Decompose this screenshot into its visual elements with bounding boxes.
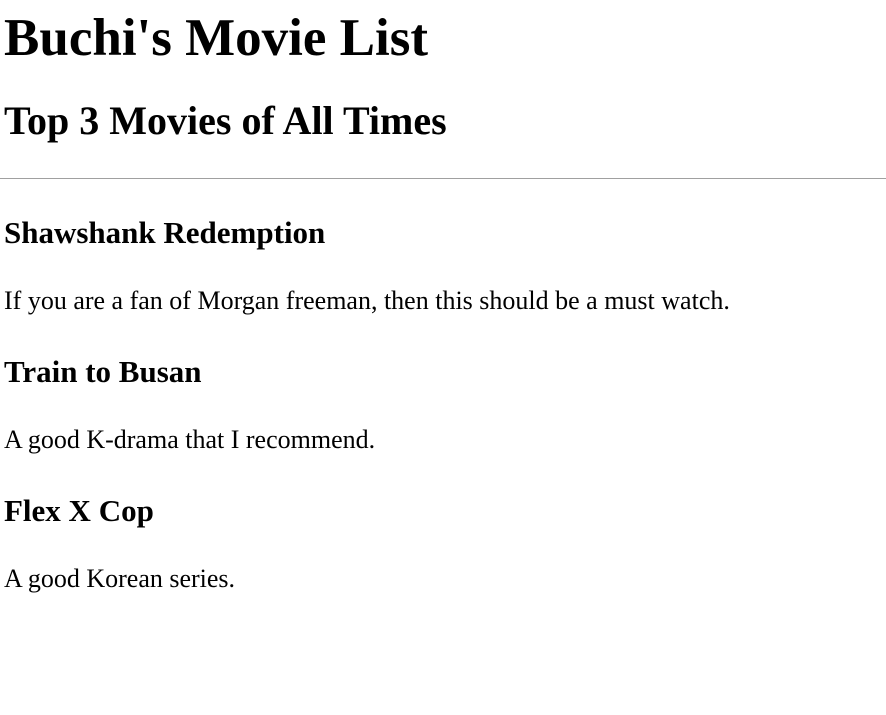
page-subtitle: Top 3 Movies of All Times xyxy=(4,98,447,143)
movie-item: Flex X Cop A good Korean series. xyxy=(4,495,882,592)
divider xyxy=(0,178,886,179)
movie-title: Train to Busan xyxy=(4,354,202,389)
movie-description: A good Korean series. xyxy=(4,564,236,593)
movie-description: If you are a fan of Morgan freeman, then… xyxy=(4,286,730,315)
movie-title: Flex X Cop xyxy=(4,493,154,528)
movie-item: Shawshank Redemption If you are a fan of… xyxy=(4,217,882,314)
movie-item: Train to Busan A good K-drama that I rec… xyxy=(4,356,882,453)
movie-list: Shawshank Redemption If you are a fan of… xyxy=(4,217,882,592)
page-title: Buchi's Movie List xyxy=(4,9,429,67)
movie-title: Shawshank Redemption xyxy=(4,215,326,250)
movie-description: A good K-drama that I recommend. xyxy=(4,425,376,454)
